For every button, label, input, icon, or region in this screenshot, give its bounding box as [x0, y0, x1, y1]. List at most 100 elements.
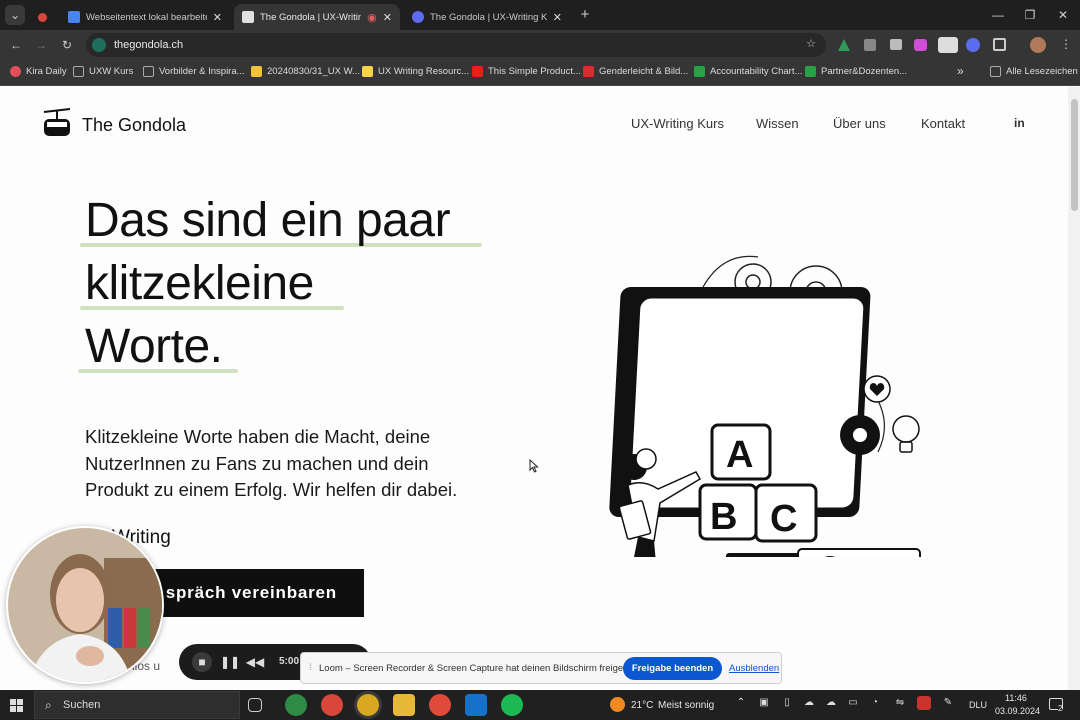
close-tab-icon[interactable]: ✕: [553, 11, 562, 24]
profile-avatar[interactable]: [1030, 37, 1046, 53]
close-tab-icon[interactable]: ✕: [383, 11, 392, 24]
taskbar-search[interactable]: ⌕ Suchen: [34, 691, 240, 719]
bookmark-item[interactable]: Partner&Dozenten...: [805, 66, 907, 77]
file-explorer-icon[interactable]: [393, 694, 415, 716]
extension-icon[interactable]: [864, 39, 876, 51]
forward-icon[interactable]: →: [31, 35, 51, 55]
puzzle-badge-icon[interactable]: [966, 38, 980, 52]
chrome-app-icon[interactable]: [285, 694, 307, 716]
extensions-icon[interactable]: [993, 38, 1006, 51]
bookmark-item[interactable]: 20240830/31_UX W...: [251, 66, 360, 77]
back-icon[interactable]: ←: [6, 35, 26, 55]
windows-start-icon[interactable]: [10, 699, 23, 712]
page-icon: [242, 11, 254, 23]
task-view-icon[interactable]: [248, 698, 262, 712]
nav-ux-writing-kurs[interactable]: UX-Writing Kurs: [631, 116, 724, 131]
folder-icon: [73, 66, 84, 77]
pause-icon[interactable]: ❚❚: [220, 652, 240, 672]
tray-app-icon[interactable]: ⇋: [893, 696, 907, 710]
restore-icon[interactable]: ❐: [1020, 5, 1040, 25]
tray-badge-icon[interactable]: [917, 696, 931, 710]
login-extension-icon[interactable]: [938, 37, 958, 53]
tray-app-icon[interactable]: ◔: [868, 696, 882, 710]
onedrive-icon[interactable]: ☁: [802, 696, 816, 710]
url-text: thegondola.ch: [114, 39, 184, 51]
close-tab-icon[interactable]: ✕: [213, 11, 222, 24]
bookmark-label: Genderleicht & Bild...: [599, 66, 689, 77]
gondola-logo-icon[interactable]: [42, 108, 72, 138]
rewind-icon[interactable]: ◀◀: [245, 652, 265, 672]
all-bookmarks-label: Alle Lesezeichen: [1006, 66, 1078, 77]
camera-extension-icon[interactable]: [890, 39, 902, 50]
tab-webseitentext[interactable]: Webseitentext lokal bearbeiten ✕: [60, 4, 230, 30]
tab-search-icon[interactable]: ⌄: [5, 5, 25, 25]
logo-text[interactable]: The Gondola: [82, 115, 186, 136]
tab-label: The Gondola | UX-Writing Kom: [430, 11, 547, 23]
docs-icon: [68, 11, 80, 23]
stop-icon[interactable]: ■: [192, 652, 212, 672]
bookmarks-overflow-button[interactable]: »: [957, 64, 964, 78]
chrome-app-icon-active[interactable]: [357, 694, 379, 716]
onedrive-icon[interactable]: ☁: [824, 696, 838, 710]
headline-line-2: klitzekleine: [85, 257, 314, 310]
bookmark-item[interactable]: Genderleicht & Bild...: [583, 66, 688, 77]
bookmark-label: Partner&Dozenten...: [821, 66, 908, 77]
tab-bar: ⌄ Webseitentext lokal bearbeiten ✕ The G…: [0, 0, 1080, 30]
scroll-thumb[interactable]: [1071, 99, 1078, 211]
bookmark-item[interactable]: This Simple Product...: [472, 66, 581, 77]
chrome-app-icon[interactable]: [321, 694, 343, 716]
minimize-icon[interactable]: —: [988, 5, 1008, 25]
tray-app-icon[interactable]: ▣: [757, 696, 771, 710]
page-scrollbar[interactable]: [1068, 87, 1080, 690]
drive-extension-icon[interactable]: [838, 39, 850, 51]
loom-extension-icon[interactable]: [914, 39, 927, 51]
bookmark-icon: [10, 66, 21, 77]
battery-icon[interactable]: ▭: [846, 696, 860, 710]
clock-date[interactable]: 03.09.2024: [995, 706, 1040, 716]
drag-handle-icon[interactable]: ⁞: [309, 662, 312, 673]
tray-overflow-icon[interactable]: ⌃: [734, 696, 748, 710]
heart-icon: [863, 375, 891, 403]
sheets-icon: [694, 66, 705, 77]
all-bookmarks-button[interactable]: Alle Lesezeichen: [990, 66, 1078, 77]
weather-icon[interactable]: [610, 697, 625, 712]
share-message: Loom – Screen Recorder & Screen Capture …: [319, 663, 653, 674]
bookmark-item[interactable]: UX Writing Resourc...: [362, 66, 469, 77]
weather-text[interactable]: Meist sonnig: [658, 700, 714, 711]
nav-ueber-uns[interactable]: Über uns: [833, 116, 886, 131]
reload-icon[interactable]: ↻: [57, 35, 77, 55]
new-tab-button[interactable]: +: [575, 5, 595, 25]
tab-gondola-2[interactable]: The Gondola | UX-Writing Kom ✕: [404, 4, 570, 30]
clock-time[interactable]: 11:46: [1005, 693, 1027, 703]
tray-app-icon[interactable]: ▯: [780, 696, 794, 710]
bookmark-star-icon[interactable]: ☆: [806, 37, 816, 50]
bookmark-item[interactable]: UXW Kurs: [73, 66, 133, 77]
close-window-icon[interactable]: ✕: [1053, 5, 1073, 25]
mouse-cursor-icon: [529, 459, 539, 473]
bookmark-item[interactable]: Vorbilder & Inspira...: [143, 66, 245, 77]
language-indicator[interactable]: DLU: [969, 700, 987, 710]
address-bar[interactable]: thegondola.ch ☆: [86, 33, 826, 57]
nav-kontakt[interactable]: Kontakt: [921, 116, 965, 131]
tile-a-letter: A: [726, 434, 753, 476]
stop-sharing-button[interactable]: Freigabe beenden: [623, 657, 722, 680]
weather-temp[interactable]: 21°C: [631, 700, 653, 711]
tile-c-letter: C: [770, 498, 797, 540]
bookmark-item[interactable]: Kira Daily: [10, 66, 67, 77]
nav-wissen[interactable]: Wissen: [756, 116, 799, 131]
tablet-bar: [726, 553, 806, 557]
webcam-bubble[interactable]: [6, 526, 164, 684]
folder-icon: [990, 66, 1001, 77]
bookmark-item[interactable]: Accountability Chart...: [694, 66, 802, 77]
linkedin-icon[interactable]: in: [1014, 116, 1025, 130]
pen-icon[interactable]: ✎: [941, 696, 955, 710]
tab-gondola-active[interactable]: The Gondola | UX-Writing K ◉ ✕: [234, 4, 400, 30]
hide-link[interactable]: Ausblenden: [729, 663, 779, 674]
site-info-icon[interactable]: [92, 38, 106, 52]
spotify-icon[interactable]: [501, 694, 523, 716]
outlook-icon[interactable]: [465, 694, 487, 716]
tab-recording[interactable]: [30, 4, 56, 30]
chrome-app-icon[interactable]: [429, 694, 451, 716]
menu-dots-icon[interactable]: ⋮: [1060, 37, 1072, 51]
recording-dot-icon: ◉: [367, 11, 377, 24]
